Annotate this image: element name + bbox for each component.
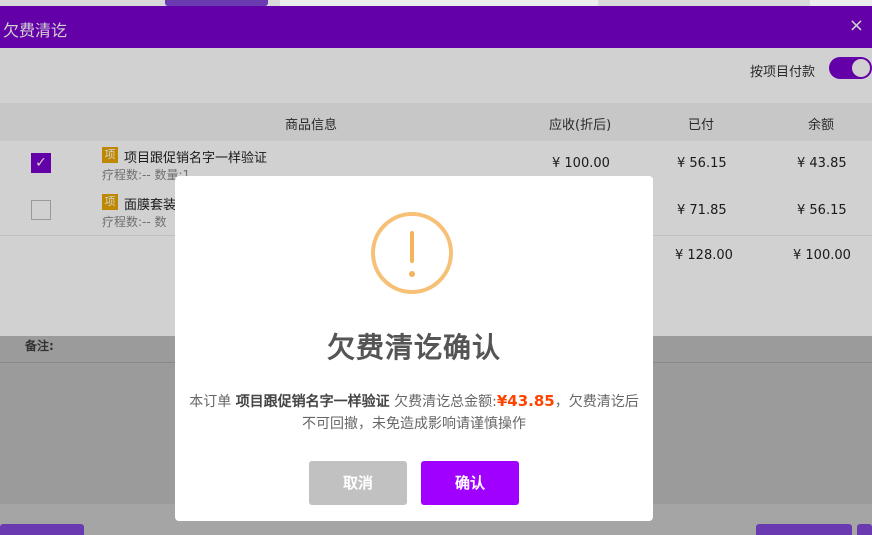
cancel-button[interactable]: 取消 [309,461,407,505]
message-mid: 欠费清讫总金额: [389,394,497,410]
note-label: 备注: [25,339,54,353]
warning-icon [371,212,453,294]
confirm-dialog: 欠费清讫确认 本订单 项目跟促销名字一样验证 欠费清讫总金额:¥43.85，欠费… [175,176,653,521]
bottom-right-button [756,524,852,535]
message-amount: ¥43.85 [496,392,555,410]
bottom-right-button-2 [857,524,872,535]
dialog-title: 欠费清讫确认 [326,331,501,364]
message-prefix: 本订单 [189,394,236,410]
message-item-name: 项目跟促销名字一样验证 [235,394,390,410]
bottom-left-button [0,524,84,535]
dialog-message: 本订单 项目跟促销名字一样验证 欠费清讫总金额:¥43.85，欠费清讫后不可回撤… [189,390,639,435]
warning-icon-bar [410,231,414,263]
warning-icon-dot [409,271,415,277]
confirm-button[interactable]: 确认 [421,461,519,505]
